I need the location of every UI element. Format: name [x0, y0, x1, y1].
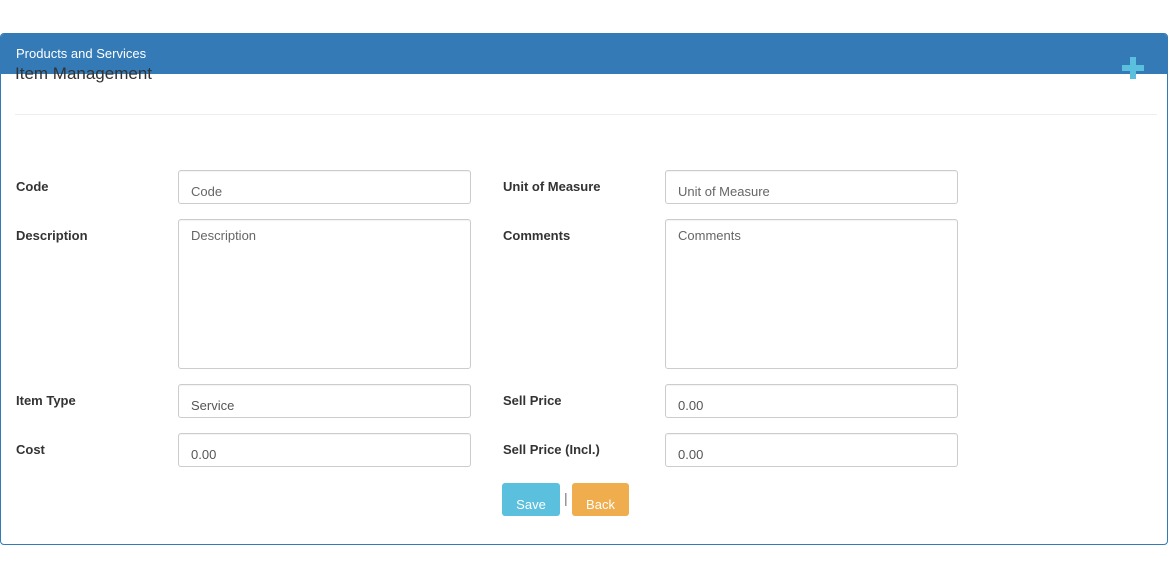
products-panel: Products and Services: [0, 33, 1168, 545]
button-separator: |: [564, 490, 568, 506]
sell-price-input[interactable]: [665, 384, 958, 418]
description-label: Description: [16, 228, 88, 243]
page-title: Item Management: [15, 64, 153, 83]
unit-of-measure-input[interactable]: [665, 170, 958, 204]
comments-label: Comments: [503, 228, 571, 243]
unit-of-measure-label: Unit of Measure: [503, 179, 601, 194]
description-textarea[interactable]: [178, 219, 471, 369]
cost-label: Cost: [16, 442, 45, 457]
divider: [15, 114, 1157, 115]
item-type-label: Item Type: [16, 393, 76, 408]
item-type-input[interactable]: [178, 384, 471, 418]
back-button[interactable]: Back: [572, 483, 629, 516]
cost-input[interactable]: [178, 433, 471, 467]
code-label: Code: [16, 179, 49, 194]
comments-textarea[interactable]: [665, 219, 958, 369]
sell-price-incl-label: Sell Price (Incl.): [503, 442, 600, 457]
panel-heading: Products and Services: [1, 34, 1167, 74]
code-input[interactable]: [178, 170, 471, 204]
save-button[interactable]: Save: [502, 483, 560, 516]
plus-icon[interactable]: [1122, 57, 1144, 79]
sell-price-incl-input[interactable]: [665, 433, 958, 467]
sell-price-label: Sell Price: [503, 393, 562, 408]
